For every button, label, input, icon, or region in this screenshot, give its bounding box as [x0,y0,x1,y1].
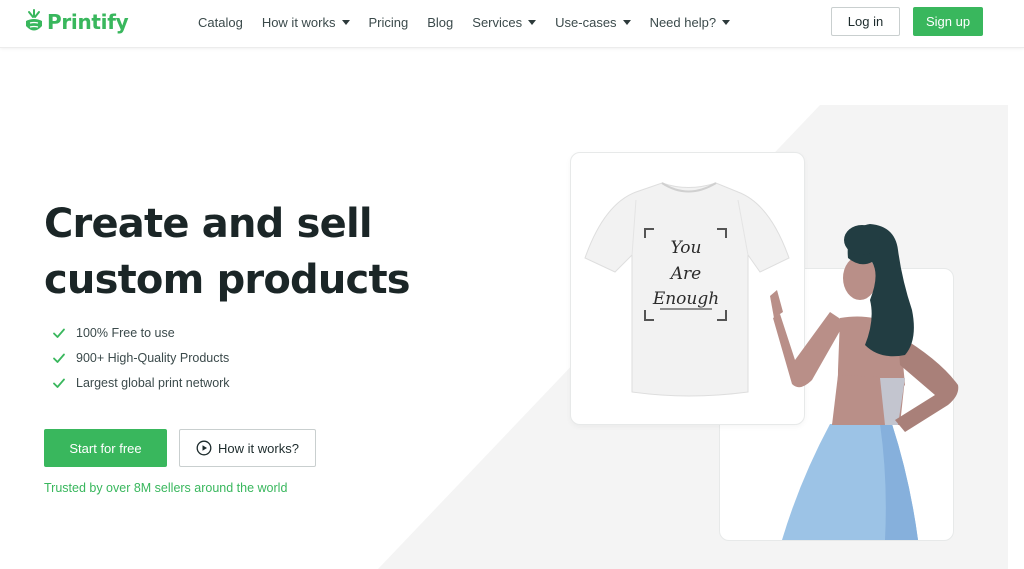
how-it-works-button[interactable]: How it works? [179,429,316,467]
hero-title-line1: Create and sell [44,201,373,247]
signup-button[interactable]: Sign up [913,7,983,36]
feature-label: Largest global print network [76,375,230,390]
hero-title-line2: custom products [44,257,411,303]
nav-item-label: Blog [427,14,454,30]
feature-list: 100% Free to use 900+ High-Quality Produ… [52,320,230,395]
nav-item-label: Catalog [198,14,243,30]
chevron-down-icon [622,20,631,25]
check-icon [53,378,65,388]
nav-item-label: Use-cases [555,14,617,30]
nav-item-services[interactable]: Services [472,14,537,30]
nav-item-need-help[interactable]: Need help? [650,15,731,30]
chevron-down-icon [341,20,350,25]
nav-item-catalog[interactable]: Catalog [198,15,243,30]
check-icon [53,353,65,363]
login-button[interactable]: Log in [831,7,900,36]
chevron-down-icon [722,20,731,25]
how-it-works-label: How it works? [218,440,299,456]
feature-label: 900+ High-Quality Products [76,350,230,365]
nav-item-use-cases[interactable]: Use-cases [555,14,631,30]
main-nav: Catalog How it works Pricing Blog Servic… [198,0,749,44]
product-card [570,152,805,425]
nav-item-label: How it works [261,14,336,30]
feature-item: 900+ High-Quality Products [52,345,230,370]
feature-label: 100% Free to use [76,325,175,340]
logo-text: Printify [47,10,129,34]
printify-logo-icon [26,9,42,31]
feature-item: Largest global print network [52,370,230,395]
chevron-down-icon [528,20,537,25]
nav-item-pricing[interactable]: Pricing [369,15,409,30]
nav-item-label: Need help? [649,14,717,30]
nav-item-how-it-works[interactable]: How it works [262,15,350,30]
start-for-free-button[interactable]: Start for free [44,429,167,467]
nav-item-label: Services [472,14,523,30]
site-header: Printify Catalog How it works Pricing Bl… [0,0,1024,48]
nav-item-label: Pricing [368,14,409,30]
nav-item-blog[interactable]: Blog [427,15,453,30]
hero-title: Create and sell custom products [44,196,464,308]
feature-item: 100% Free to use [52,320,230,345]
play-circle-icon [196,440,212,456]
trusted-by-text: Trusted by over 8M sellers around the wo… [44,481,288,495]
logo[interactable]: Printify [24,8,129,36]
check-icon [53,328,65,338]
